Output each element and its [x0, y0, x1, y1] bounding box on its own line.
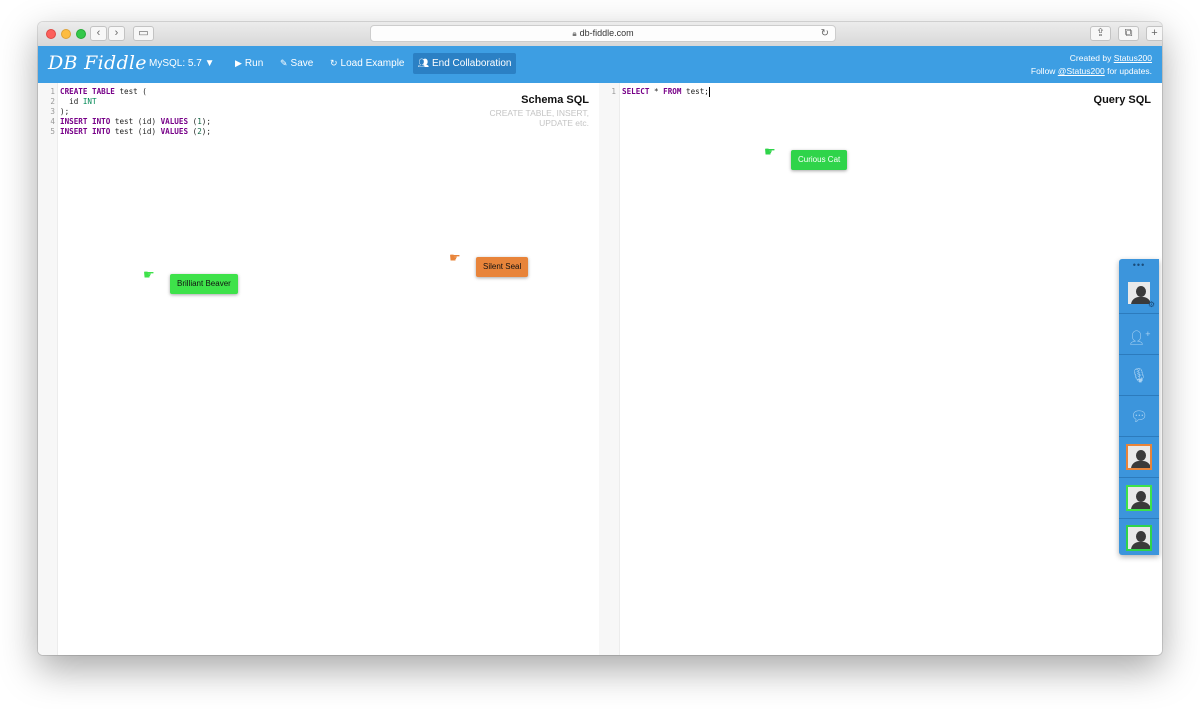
hand-pointer-icon: ☛ — [764, 144, 776, 159]
line-number: 2 — [50, 97, 55, 106]
pencil-icon: ✎ — [280, 58, 288, 68]
save-button[interactable]: ✎ Save — [280, 58, 313, 69]
participant-silent-seal[interactable] — [1119, 437, 1159, 477]
load-example-button[interactable]: ↻ Load Example — [330, 58, 404, 69]
url-text: db-fiddle.com — [579, 28, 634, 38]
query-editor[interactable]: 1 SELECT * FROM test; Query SQL — [599, 83, 1162, 655]
hand-pointer-icon: ☛ — [143, 267, 155, 282]
schema-editor[interactable]: 1 CREATE TABLE test ( 2 id INT 3); 4 INSER… — [38, 83, 599, 655]
credits: Created by Status200 Follow @Status200 f… — [1031, 52, 1152, 78]
text-cursor — [708, 87, 710, 97]
refresh-icon: ↻ — [330, 58, 338, 68]
collaborator-tag-silent-seal: Silent Seal — [476, 257, 529, 277]
twitter-link[interactable]: @Status200 — [1058, 66, 1105, 76]
line-number: 4 — [50, 117, 55, 126]
chat-icon: 💬︎ — [1130, 408, 1148, 424]
credits-created-by: Created by — [1069, 53, 1114, 63]
play-icon: ▶ — [235, 58, 242, 68]
participant-avatar-icon — [1126, 525, 1152, 551]
plus-icon: + — [1151, 27, 1158, 39]
logo[interactable]: DB Fiddle — [48, 52, 147, 74]
run-label: Run — [244, 58, 264, 69]
chevron-right-icon: › — [114, 27, 119, 39]
share-button[interactable]: ⇪ — [1090, 26, 1111, 41]
participant-brilliant-beaver[interactable] — [1119, 478, 1159, 518]
participant-avatar-icon — [1126, 485, 1152, 511]
save-label: Save — [290, 58, 314, 69]
end-collaboration-label: End Collaboration — [431, 58, 512, 69]
collaborator-tag-brilliant-beaver: Brilliant Beaver — [170, 274, 238, 294]
schema-panel-title: Schema SQL — [521, 94, 589, 106]
browser-toolbar: ‹ › ▭ 🔒︎ db-fiddle.com ↻ ⇪ ⧉ + — [38, 22, 1162, 47]
query-panel-title: Query SQL — [1093, 94, 1151, 106]
sidebar-icon: ▭ — [138, 27, 149, 39]
status200-link[interactable]: Status200 — [1114, 53, 1152, 63]
collaboration-dock: ••• ⚙ 👤︎+ 🎙︎ 💬︎ — [1119, 259, 1159, 555]
forward-button[interactable]: › — [108, 26, 125, 41]
credits-for-updates: for updates. — [1104, 66, 1152, 76]
hand-pointer-icon: ☛ — [449, 250, 461, 265]
add-user-icon: 👤︎+ — [1127, 329, 1151, 346]
line-gutter — [599, 83, 620, 655]
browser-window: ‹ › ▭ 🔒︎ db-fiddle.com ↻ ⇪ ⧉ + DB Fiddle … — [38, 22, 1162, 655]
chevron-left-icon: ‹ — [96, 27, 101, 39]
gear-icon: ⚙ — [1147, 300, 1155, 309]
load-example-label: Load Example — [340, 58, 405, 69]
share-icon: ⇪ — [1095, 27, 1106, 39]
new-tab-button[interactable]: + — [1146, 26, 1162, 41]
chat-button[interactable]: 💬︎ — [1119, 396, 1159, 436]
self-avatar-button[interactable]: ⚙ — [1119, 273, 1159, 313]
reload-icon[interactable]: ↻ — [821, 26, 829, 41]
invite-button[interactable]: 👤︎+ — [1119, 314, 1159, 354]
line-number: 5 — [50, 127, 55, 136]
end-collaboration-button[interactable]: 👥︎ End Collaboration — [413, 53, 516, 74]
back-button[interactable]: ‹ — [90, 26, 107, 41]
participant-curious-cat[interactable] — [1119, 518, 1159, 558]
users-icon: 👥︎ — [417, 58, 429, 68]
microphone-icon: 🎙︎ — [1130, 367, 1148, 383]
dock-menu-button[interactable]: ••• — [1119, 259, 1159, 273]
run-button[interactable]: ▶ Run — [235, 58, 263, 69]
line-gutter — [38, 83, 58, 655]
collaborator-tag-curious-cat: Curious Cat — [791, 150, 848, 170]
zoom-window-button[interactable] — [76, 29, 86, 39]
db-version-select[interactable]: MySQL: 5.7 ▼ — [149, 58, 214, 69]
close-window-button[interactable] — [46, 29, 56, 39]
minimize-window-button[interactable] — [61, 29, 71, 39]
audio-chat-button[interactable]: 🎙︎ — [1119, 355, 1159, 395]
tabs-button[interactable]: ⧉ — [1118, 26, 1139, 41]
line-number: 1 — [50, 87, 55, 96]
participant-avatar-icon — [1126, 444, 1152, 470]
schema-hint: CREATE TABLE, INSERT, UPDATE etc. — [489, 108, 589, 128]
tabs-icon: ⧉ — [1124, 27, 1133, 39]
sidebar-toggle-button[interactable]: ▭ — [133, 26, 154, 41]
app-header: DB Fiddle MySQL: 5.7 ▼ ▶ Run ✎ Save ↻ Load … — [38, 46, 1162, 83]
lock-icon: 🔒︎ — [572, 29, 577, 38]
line-number: 1 — [611, 87, 616, 96]
line-number: 3 — [50, 107, 55, 116]
address-bar[interactable]: 🔒︎ db-fiddle.com ↻ — [370, 25, 836, 42]
credits-follow: Follow — [1030, 66, 1058, 76]
